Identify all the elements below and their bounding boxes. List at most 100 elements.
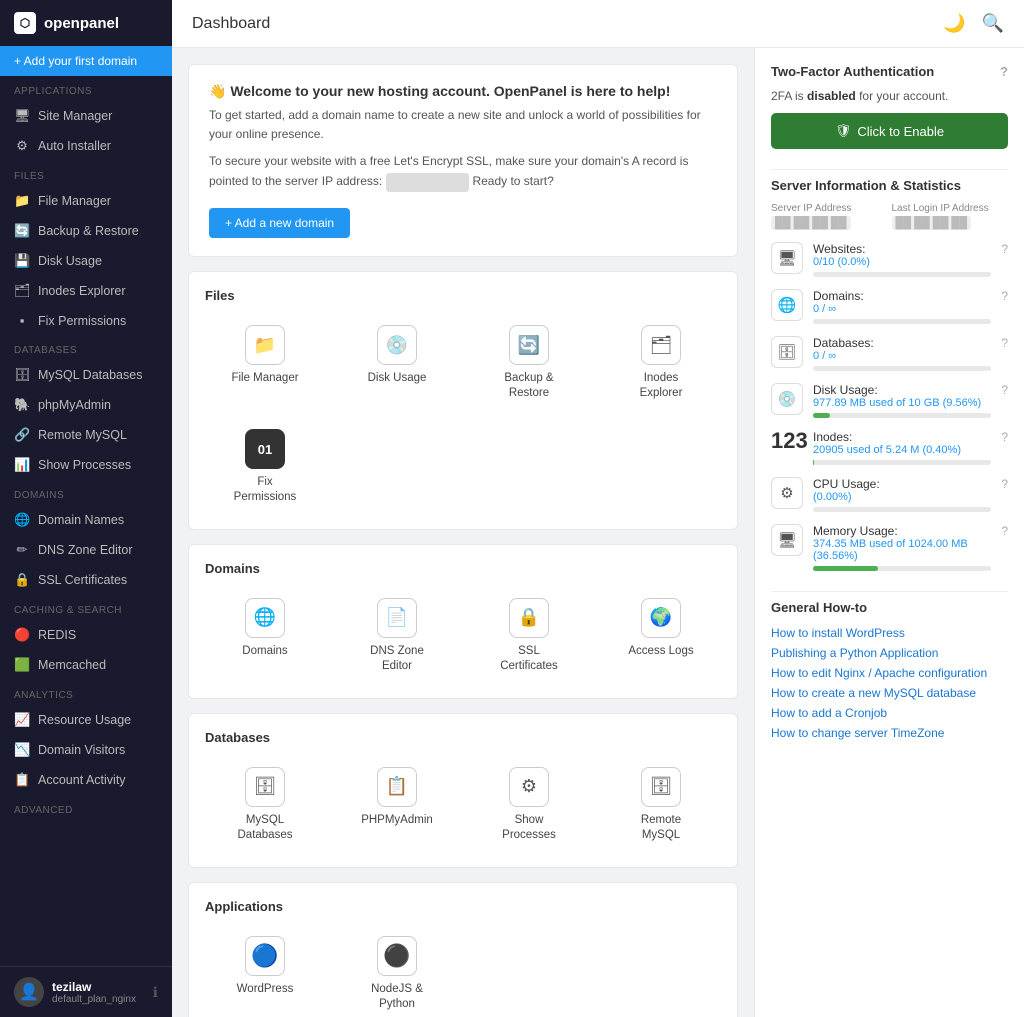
grid-item-show-processes[interactable]: ⚙ ShowProcesses (469, 759, 589, 851)
sidebar-item-inodes-explorer[interactable]: 🗂 Inodes Explorer (0, 276, 172, 306)
howto-link-1[interactable]: How to install WordPress (771, 623, 1008, 643)
add-new-domain-button[interactable]: + Add a new domain (209, 208, 350, 238)
howto-link-4[interactable]: How to create a new MySQL database (771, 683, 1008, 703)
inodes-help-icon[interactable]: ? (1001, 430, 1008, 444)
sidebar-label: DNS Zone Editor (38, 543, 132, 557)
show-processes-icon: 📊 (14, 457, 30, 473)
websites-help-icon[interactable]: ? (1001, 242, 1008, 256)
ssl-icon: 🔒 (14, 572, 30, 588)
last-login-value: ██ ██ ██ ██ (892, 216, 972, 230)
grid-item-nodejs-python[interactable]: ⚫ NodeJS &Python (337, 928, 457, 1017)
databases-help-icon[interactable]: ? (1001, 336, 1008, 350)
memory-help-icon[interactable]: ? (1001, 524, 1008, 538)
grid-item-file-manager[interactable]: 📁 File Manager (205, 317, 325, 409)
domains-stat-icon: 🌐 (771, 289, 803, 321)
inodes-num: 123 (771, 430, 803, 452)
sidebar-item-dns-zone-editor[interactable]: ✏ DNS Zone Editor (0, 535, 172, 565)
sidebar-label: Backup & Restore (38, 224, 139, 238)
howto-link-5[interactable]: How to add a Cronjob (771, 703, 1008, 723)
grid-item-dns-zone-editor[interactable]: 📄 DNS ZoneEditor (337, 590, 457, 682)
databases-stat-icon: 🗄 (771, 336, 803, 368)
divider (771, 169, 1008, 170)
sidebar-item-domain-visitors[interactable]: 📉 Domain Visitors (0, 735, 172, 765)
enable-2fa-button[interactable]: 🛡 Click to Enable (771, 113, 1008, 149)
inodes-bar-bg (813, 460, 991, 465)
grid-item-mysql[interactable]: 🗄 MySQLDatabases (205, 759, 325, 851)
websites-bar-bg (813, 272, 991, 277)
sidebar-item-backup-restore[interactable]: 🔄 Backup & Restore (0, 216, 172, 246)
server-ip-blurred: ██ ██ ██ ██ (386, 173, 470, 193)
grid-item-wordpress[interactable]: 🔵 WordPress (205, 928, 325, 1017)
howto-link-6[interactable]: How to change server TimeZone (771, 723, 1008, 743)
sidebar-label: Resource Usage (38, 713, 131, 727)
sidebar-label: Site Manager (38, 109, 112, 123)
section-files: Files (0, 161, 172, 186)
center-panel: 👋 Welcome to your new hosting account. O… (172, 48, 754, 1017)
grid-item-inodes-explorer[interactable]: 🗂 InodesExplorer (601, 317, 721, 409)
sidebar-label: SSL Certificates (38, 573, 127, 587)
section-applications: Applications (0, 76, 172, 101)
sidebar-label: MySQL Databases (38, 368, 142, 382)
grid-item-ssl-certificates[interactable]: 🔒 SSLCertificates (469, 590, 589, 682)
stat-disk-usage: 💿 Disk Usage: 977.89 MB used of 10 GB (9… (771, 383, 1008, 418)
section-caching: Caching & Search (0, 595, 172, 620)
grid-item-phpmyadmin[interactable]: 📋 PHPMyAdmin (337, 759, 457, 851)
grid-item-disk-usage[interactable]: 💿 Disk Usage (337, 317, 457, 409)
section-advanced: Advanced (0, 795, 172, 820)
sidebar-item-fix-permissions[interactable]: ▪ Fix Permissions (0, 306, 172, 335)
dark-mode-icon[interactable]: 🌙 (943, 13, 965, 34)
sidebar-item-domain-names[interactable]: 🌐 Domain Names (0, 505, 172, 535)
databases-section: Databases 🗄 MySQLDatabases 📋 PHPMyAdmin … (188, 713, 738, 868)
cpu-help-icon[interactable]: ? (1001, 477, 1008, 491)
sidebar-label: Domain Visitors (38, 743, 125, 757)
inodes-explorer-icon: 🗂 (641, 325, 681, 365)
sidebar-item-ssl-certificates[interactable]: 🔒 SSL Certificates (0, 565, 172, 595)
memory-body: Memory Usage: 374.35 MB used of 1024.00 … (813, 524, 991, 571)
search-icon[interactable]: 🔍 (982, 13, 1004, 34)
grid-item-fix-permissions[interactable]: 01 FixPermissions (205, 421, 325, 513)
sidebar-item-redis[interactable]: 🔴 REDIS (0, 620, 172, 650)
grid-item-domains[interactable]: 🌐 Domains (205, 590, 325, 682)
grid-item-remote-mysql[interactable]: 🗄 RemoteMySQL (601, 759, 721, 851)
sidebar-item-resource-usage[interactable]: 📈 Resource Usage (0, 705, 172, 735)
file-manager-icon: 📁 (14, 193, 30, 209)
wordpress-label: WordPress (237, 982, 294, 997)
howto-link-2[interactable]: Publishing a Python Application (771, 643, 1008, 663)
memcached-icon: 🟩 (14, 657, 30, 673)
sidebar-item-file-manager[interactable]: 📁 File Manager (0, 186, 172, 216)
sidebar-item-phpmyadmin[interactable]: 🐘 phpMyAdmin (0, 390, 172, 420)
sidebar-item-remote-mysql[interactable]: 🔗 Remote MySQL (0, 420, 172, 450)
redis-icon: 🔴 (14, 627, 30, 643)
add-domain-button[interactable]: + Add your first domain (0, 46, 172, 76)
tfa-section: Two-Factor Authentication ? 2FA is disab… (771, 64, 1008, 149)
grid-item-backup-restore[interactable]: 🔄 Backup &Restore (469, 317, 589, 409)
topbar-icons: 🌙 🔍 (943, 13, 1004, 34)
domain-visitors-icon: 📉 (14, 742, 30, 758)
sidebar-item-auto-installer[interactable]: ⚙ Auto Installer (0, 131, 172, 161)
mysql-label: MySQLDatabases (238, 813, 293, 843)
tfa-help-icon[interactable]: ? (1000, 64, 1008, 79)
access-logs-label: Access Logs (628, 644, 693, 659)
sidebar-item-mysql[interactable]: 🗄 MySQL Databases (0, 360, 172, 390)
sidebar-item-show-processes[interactable]: 📊 Show Processes (0, 450, 172, 480)
domains-body: Domains: 0 / ∞ (813, 289, 991, 324)
domains-section-title: Domains (205, 561, 721, 576)
sidebar-item-memcached[interactable]: 🟩 Memcached (0, 650, 172, 680)
howto-link-3[interactable]: How to edit Nginx / Apache configuration (771, 663, 1008, 683)
sidebar-label: Auto Installer (38, 139, 111, 153)
section-databases: Databases (0, 335, 172, 360)
sidebar: ⬡ openpanel + Add your first domain Appl… (0, 0, 172, 1017)
fix-permissions-icon: ▪ (14, 313, 30, 328)
sidebar-item-disk-usage[interactable]: 💾 Disk Usage (0, 246, 172, 276)
server-info-title: Server Information & Statistics (771, 178, 1008, 193)
grid-item-access-logs[interactable]: 🌍 Access Logs (601, 590, 721, 682)
disk-help-icon[interactable]: ? (1001, 383, 1008, 397)
sidebar-item-account-activity[interactable]: 📋 Account Activity (0, 765, 172, 795)
howto-section: General How-to How to install WordPress … (771, 600, 1008, 743)
disk-usage-label: Disk Usage (368, 371, 427, 386)
info-icon[interactable]: ℹ (153, 984, 158, 1001)
welcome-title: 👋 Welcome to your new hosting account. O… (209, 83, 717, 100)
sidebar-item-site-manager[interactable]: 🖥 Site Manager (0, 101, 172, 131)
domains-help-icon[interactable]: ? (1001, 289, 1008, 303)
sidebar-footer: 👤 tezilaw default_plan_nginx ℹ (0, 966, 172, 1017)
